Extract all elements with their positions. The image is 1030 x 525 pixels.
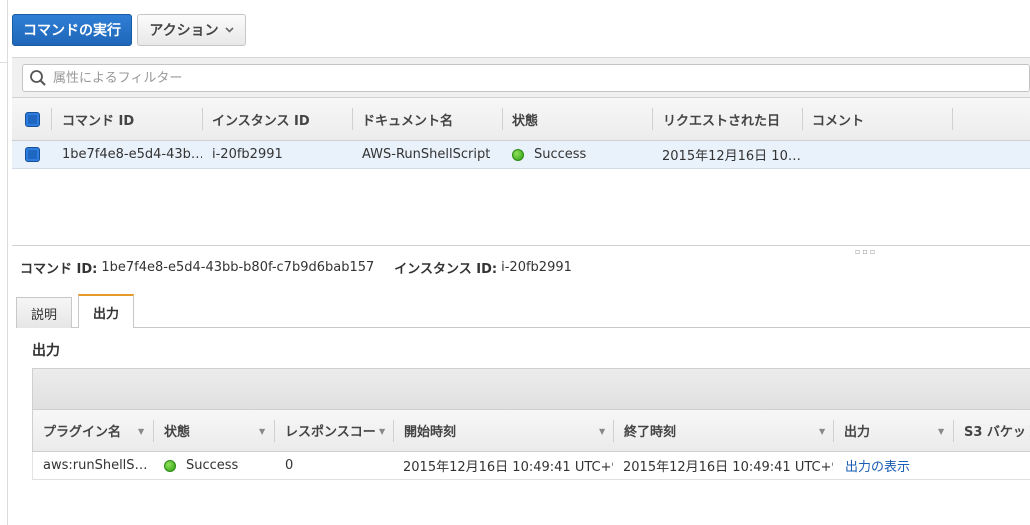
column-header-instance-id[interactable]: インスタンス ID [202,98,352,140]
sort-arrow-icon[interactable]: ▼ [599,427,605,436]
table-row[interactable]: aws:runShellS… Success 0 2015年12月16日 10:… [32,452,1030,480]
column-header-plugin-name[interactable]: プラグイン名 [33,410,151,451]
output-table: プラグイン名 ▼ 状態 ▼ レスポンスコー ▼ 開始時刻 ▼ 終了時刻 ▼ 出力… [32,368,1030,480]
row-s3-bucket [954,452,1030,479]
row-plugin-name: aws:runShellS… [43,458,148,473]
commands-table-header: コマンド ID インスタンス ID ドキュメント名 状態 リクエストされた日 コ… [12,97,1030,141]
filter-bar [12,57,1030,97]
row-start-time: 2015年12月16日 10:49:41 UTC+9 [403,460,613,475]
chevron-down-icon [225,25,234,36]
row-comment [802,141,952,168]
left-panel-edge [0,0,8,525]
row-command-id: 1be7f4e8-e5d4-43b… [62,147,202,162]
output-table-header: プラグイン名 ▼ 状態 ▼ レスポンスコー ▼ 開始時刻 ▼ 終了時刻 ▼ 出力… [32,410,1030,452]
success-status-icon [512,148,524,161]
row-end-time: 2015年12月16日 10:49:41 UTC+9 [623,460,833,475]
row-requested-date: 2015年12月16日 10… [662,149,801,164]
row-status-label: Success [534,147,587,162]
column-header-output[interactable]: 出力 [834,410,944,451]
actions-dropdown-button[interactable]: アクション [137,14,246,46]
column-header-start-time[interactable]: 開始時刻 [394,410,604,451]
column-header-document-name[interactable]: ドキュメント名 [352,98,502,140]
filter-field[interactable] [22,64,1030,92]
sort-arrow-icon[interactable]: ▼ [379,427,385,436]
row-instance-id: i-20fb2991 [212,147,283,162]
view-output-link-label[interactable]: 出力の表示 [845,456,910,475]
column-header-comment[interactable]: コメント [802,98,952,140]
column-header-response-code[interactable]: レスポンスコー [275,410,387,451]
command-id-label: コマンド ID: [20,261,98,277]
column-header-status[interactable]: 状態 [502,98,652,140]
run-command-button[interactable]: コマンドの実行 [12,14,132,46]
instance-id-value: i-20fb2991 [501,259,572,275]
detail-tabs: 説明 出力 [16,294,1030,328]
commands-table: コマンド ID インスタンス ID ドキュメント名 状態 リクエストされた日 コ… [12,97,1030,169]
search-icon [23,69,53,87]
pane-splitter[interactable] [12,245,1030,246]
row-checkbox[interactable] [15,141,40,168]
tab-description[interactable]: 説明 [16,297,73,328]
sort-arrow-icon[interactable]: ▼ [938,427,944,436]
row-document-name: AWS-RunShellScript [362,147,491,162]
output-table-toolbar [32,368,1030,410]
sort-arrow-icon[interactable]: ▼ [259,427,265,436]
column-header-status[interactable]: 状態 [154,410,272,451]
instance-id-label: インスタンス ID: [394,261,498,277]
column-header-command-id[interactable]: コマンド ID [52,98,202,140]
sort-arrow-icon[interactable]: ▼ [138,427,144,436]
table-row[interactable]: 1be7f4e8-e5d4-43b… i-20fb2991 AWS-RunShe… [12,141,1030,169]
tab-output[interactable]: 出力 [78,294,135,328]
row-response-code: 0 [285,458,294,473]
column-header-end-time[interactable]: 終了時刻 [614,410,824,451]
column-header-s3-bucket[interactable]: S3 バケット [954,410,1030,451]
success-status-icon [164,459,176,472]
sort-arrow-icon[interactable]: ▼ [819,427,825,436]
command-id-value: 1be7f4e8-e5d4-43bb-b80f-c7b9d6bab157 [101,259,375,275]
column-header-requested-date[interactable]: リクエストされた日 [653,98,803,140]
row-status-label: Success [186,458,239,473]
row-status: Success [502,141,652,168]
output-section-title: 出力 [32,343,60,359]
actions-label: アクション [149,23,219,39]
row-status: Success [154,452,272,479]
select-all-checkbox[interactable] [15,98,40,140]
filter-input[interactable] [53,66,1029,90]
command-summary: コマンド ID: 1be7f4e8-e5d4-43bb-b80f-c7b9d6b… [20,257,572,277]
resize-grip-icon[interactable]: ▫▫▫ [855,247,877,256]
view-output-link[interactable]: 出力の表示 [835,452,953,479]
